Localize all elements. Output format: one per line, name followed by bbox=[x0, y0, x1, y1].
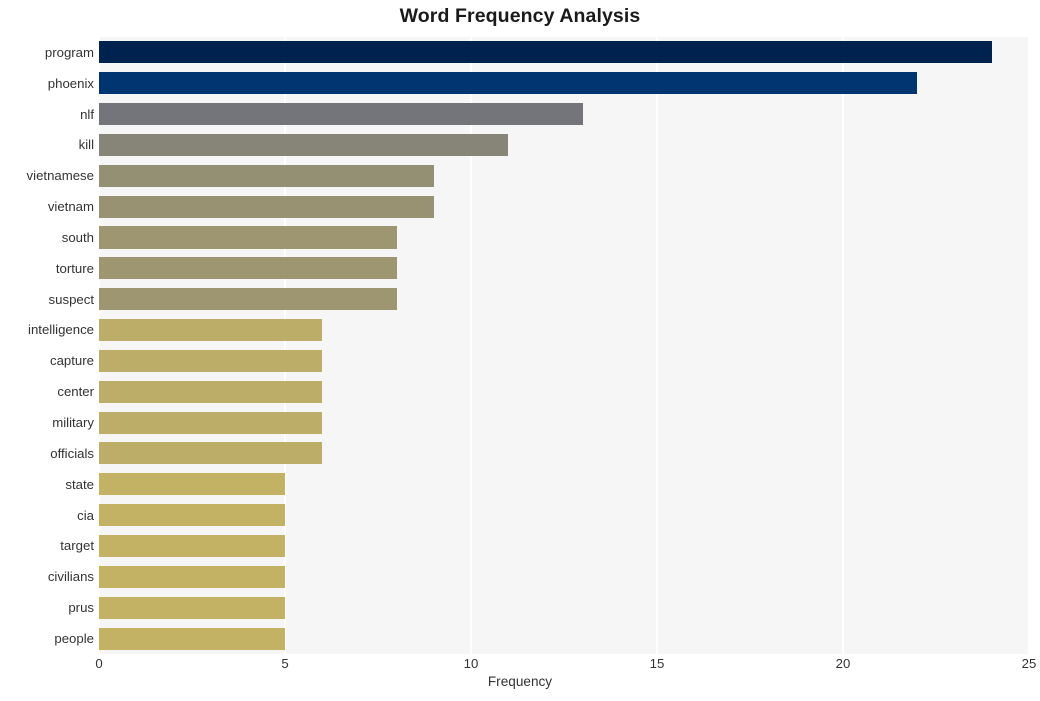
bar-row bbox=[99, 473, 1029, 496]
chart-title: Word Frequency Analysis bbox=[399, 5, 641, 27]
bar-row bbox=[99, 627, 1029, 650]
y-tick-label-vietnamese: vietnamese bbox=[26, 168, 94, 184]
gridline-vertical bbox=[99, 37, 100, 654]
bar-officials bbox=[99, 442, 323, 465]
bar-torture bbox=[99, 257, 397, 280]
y-tick-label-torture: torture bbox=[55, 260, 94, 276]
x-tick-label-10: 10 bbox=[463, 656, 479, 671]
bar-row bbox=[99, 504, 1029, 527]
y-tick-label-people: people bbox=[54, 630, 94, 646]
bar-row bbox=[99, 164, 1029, 187]
y-tick-label-military: military bbox=[52, 415, 94, 431]
bar-row bbox=[99, 442, 1029, 465]
y-tick-label-state: state bbox=[65, 476, 94, 492]
y-tick-label-kill: kill bbox=[78, 137, 94, 153]
bar-target bbox=[99, 534, 285, 558]
bar-intelligence bbox=[99, 319, 323, 342]
y-tick-label-capture: capture bbox=[50, 353, 94, 369]
bar-nlf bbox=[99, 103, 583, 126]
chart-figure: Word Frequency Analysis program phoenix nl… bbox=[0, 0, 1040, 701]
y-tick-label-south: south bbox=[61, 229, 94, 245]
gridline-vertical bbox=[1028, 37, 1029, 654]
y-tick-label-target: target bbox=[60, 538, 94, 554]
x-tick-label-0: 0 bbox=[95, 656, 103, 671]
bar-vietnamese bbox=[99, 164, 434, 187]
y-tick-label-center: center bbox=[57, 384, 94, 400]
bar-program bbox=[99, 41, 992, 64]
y-tick-label-suspect: suspect bbox=[48, 291, 94, 307]
bar-prus bbox=[99, 596, 285, 619]
bar-row bbox=[99, 72, 1029, 95]
y-tick-label-officials: officials bbox=[50, 445, 94, 461]
bar-row bbox=[99, 534, 1029, 558]
bar-row bbox=[99, 288, 1029, 311]
bar-row bbox=[99, 257, 1029, 280]
y-tick-label-nlf: nlf bbox=[80, 106, 94, 122]
y-tick-label-cia: cia bbox=[77, 507, 94, 523]
bar-capture bbox=[99, 349, 323, 372]
bar-row bbox=[99, 596, 1029, 619]
bar-vietnam bbox=[99, 195, 434, 218]
bar-cia bbox=[99, 504, 285, 527]
y-axis-tick-labels: program phoenix nlf kill vietnamese vietnam so… bbox=[0, 37, 94, 654]
y-tick-label-prus: prus bbox=[68, 600, 94, 616]
y-tick-label-phoenix: phoenix bbox=[47, 75, 94, 91]
bar-suspect bbox=[99, 288, 397, 311]
bar-civilians bbox=[99, 565, 285, 588]
bar-row bbox=[99, 411, 1029, 434]
gridline-vertical bbox=[842, 37, 844, 654]
bar-kill bbox=[99, 133, 509, 156]
bar-row bbox=[99, 133, 1029, 156]
bar-row bbox=[99, 226, 1029, 249]
gridline-vertical bbox=[470, 37, 472, 654]
x-axis-tick-labels: 0 5 10 15 20 25 bbox=[0, 654, 1040, 676]
bar-row bbox=[99, 103, 1029, 126]
bar-row bbox=[99, 349, 1029, 372]
x-tick-label-20: 20 bbox=[835, 656, 851, 671]
bar-people bbox=[99, 627, 285, 650]
bar-row bbox=[99, 319, 1029, 342]
gridline-vertical bbox=[284, 37, 286, 654]
x-tick-label-15: 15 bbox=[649, 656, 665, 671]
y-tick-label-intelligence: intelligence bbox=[28, 322, 94, 338]
bar-row bbox=[99, 380, 1029, 403]
x-tick-label-5: 5 bbox=[281, 656, 289, 671]
bar-military bbox=[99, 411, 323, 434]
plot-area bbox=[99, 37, 1029, 654]
bar-south bbox=[99, 226, 397, 249]
bar-row bbox=[99, 195, 1029, 218]
bar-row bbox=[99, 565, 1029, 588]
bar-row bbox=[99, 41, 1029, 64]
x-axis-title: Frequency bbox=[487, 674, 553, 689]
bar-center bbox=[99, 380, 323, 403]
y-tick-label-program: program bbox=[44, 44, 94, 60]
y-tick-label-civilians: civilians bbox=[47, 569, 94, 585]
x-tick-label-25: 25 bbox=[1021, 656, 1037, 671]
gridline-vertical bbox=[656, 37, 658, 654]
bar-state bbox=[99, 473, 285, 496]
bar-phoenix bbox=[99, 72, 918, 95]
y-tick-label-vietnam: vietnam bbox=[47, 199, 94, 215]
